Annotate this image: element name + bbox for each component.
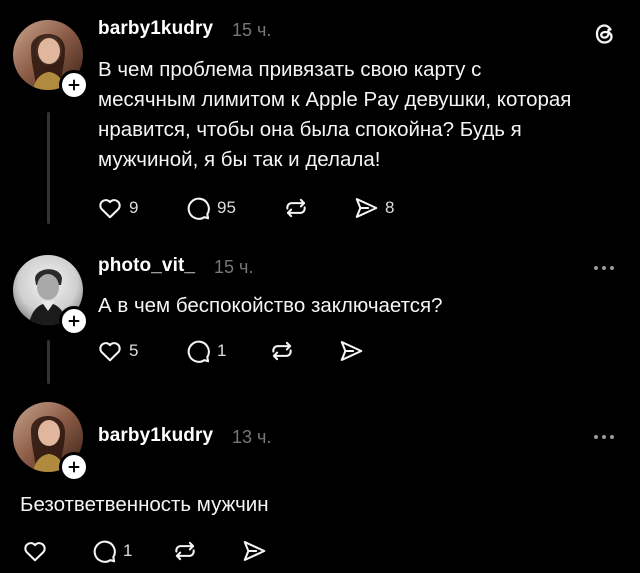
follow-button[interactable]	[59, 452, 89, 482]
share-button[interactable]: 8	[353, 195, 394, 221]
share-button[interactable]	[241, 538, 267, 564]
follow-button[interactable]	[59, 70, 89, 100]
reply-button[interactable]: 1	[185, 338, 226, 364]
more-options-icon[interactable]	[594, 435, 614, 439]
username[interactable]: photo_vit_	[98, 255, 195, 277]
repost-icon	[283, 195, 309, 221]
post-time: 13 ч.	[232, 427, 272, 447]
send-icon	[241, 538, 267, 564]
comment-icon	[185, 195, 211, 221]
like-button[interactable]	[22, 538, 48, 564]
heart-icon	[97, 338, 123, 364]
like-button[interactable]: 5	[97, 338, 138, 364]
thread-line	[47, 112, 50, 224]
plus-icon	[68, 79, 80, 91]
like-button[interactable]: 9	[97, 195, 138, 221]
reply-count: 1	[123, 541, 133, 560]
heart-icon	[97, 195, 123, 221]
text-line: А в чем беспокойство заключается?	[98, 294, 443, 317]
follow-button[interactable]	[59, 306, 89, 336]
repost-button[interactable]	[172, 538, 198, 564]
share-count: 8	[385, 198, 395, 217]
send-icon	[338, 338, 364, 364]
like-count: 9	[129, 198, 139, 217]
like-count: 5	[129, 341, 139, 360]
thread-line	[47, 340, 50, 384]
post-text: В чем проблема привязать свою карту с ме…	[98, 55, 571, 175]
share-button[interactable]	[338, 338, 364, 364]
repost-button[interactable]	[269, 338, 295, 364]
repost-icon	[269, 338, 295, 364]
username[interactable]: barby1kudry	[98, 18, 213, 40]
plus-icon	[68, 315, 80, 327]
reply-count: 95	[217, 198, 236, 217]
comment-icon	[91, 538, 117, 564]
text-line: В чем проблема привязать свою карту с	[98, 58, 482, 81]
threads-logo-icon[interactable]	[591, 20, 619, 48]
reply-button[interactable]: 95	[185, 195, 236, 221]
comment-icon	[185, 338, 211, 364]
more-options-icon[interactable]	[594, 266, 614, 270]
post-text: Безответвенность мужчин	[20, 490, 269, 520]
text-line: Безответвенность мужчин	[20, 493, 269, 516]
send-icon	[353, 195, 379, 221]
heart-icon	[22, 538, 48, 564]
post-time: 15 ч.	[214, 257, 254, 277]
reply-button[interactable]: 1	[91, 538, 132, 564]
repost-icon	[172, 538, 198, 564]
plus-icon	[68, 461, 80, 473]
text-line: мужчиной, я бы так и делала!	[98, 148, 381, 171]
text-line: нравится, чтобы она была спокойна? Будь …	[98, 118, 522, 141]
reply-count: 1	[217, 341, 227, 360]
username[interactable]: barby1kudry	[98, 425, 213, 447]
text-line: месячным лимитом к Apple Pay девушки, ко…	[98, 88, 572, 111]
repost-button[interactable]	[283, 195, 309, 221]
post-time: 15 ч.	[232, 20, 272, 40]
post-text: А в чем беспокойство заключается?	[98, 291, 443, 321]
